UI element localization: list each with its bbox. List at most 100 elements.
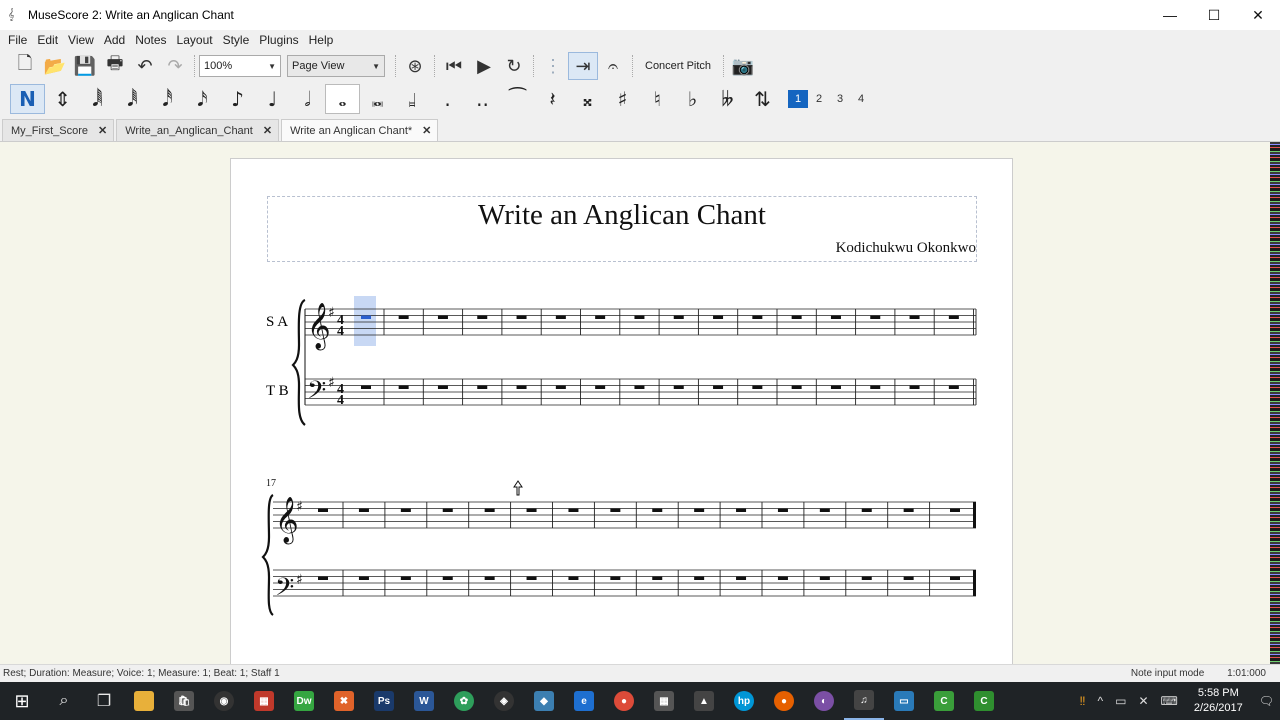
sharp-icon[interactable]: ♯ [605,84,640,114]
monitor-app-icon[interactable]: ▭ [884,682,924,720]
firefox-icon[interactable]: ● [764,682,804,720]
whole-rest[interactable] [484,508,495,513]
16th-note-icon[interactable]: 𝅘𝅥𝅯 [185,84,220,114]
double-flat-icon[interactable]: 𝄫 [710,84,745,114]
whole-rest[interactable] [736,508,747,513]
redo-icon[interactable]: ↷ [160,52,190,80]
whole-rest[interactable] [555,315,566,320]
repeat-play-icon[interactable]: ⋮ [538,52,568,80]
close-icon[interactable]: ✕ [263,124,272,137]
whole-rest[interactable] [861,508,872,513]
print-icon[interactable]: 🖶 [100,52,130,80]
quarter-note-icon[interactable]: ♩ [255,84,290,114]
whole-rest[interactable] [555,385,566,390]
pan-score-icon[interactable]: ⇥ [568,52,598,80]
whole-rest[interactable] [909,315,920,320]
tray-chevron-icon[interactable]: ^ [1097,694,1103,708]
natural-icon[interactable]: ♮ [640,84,675,114]
rewind-icon[interactable]: ⏮ [439,52,469,80]
undo-icon[interactable]: ↶ [130,52,160,80]
whole-rest[interactable] [400,508,411,513]
double-dot-icon[interactable]: .. [465,84,500,114]
voice-1-button[interactable]: 1 [788,90,808,108]
flat-icon[interactable]: ♭ [675,84,710,114]
staff-lower-system1[interactable] [305,378,977,406]
whole-rest[interactable] [870,315,881,320]
whole-rest[interactable] [819,576,830,581]
hp-icon[interactable]: hp [724,682,764,720]
whole-rest[interactable] [634,385,645,390]
metronome-icon[interactable]: 𝄐 [598,52,628,80]
open-folder-icon[interactable]: 📂 [40,52,70,80]
whole-rest[interactable] [595,315,606,320]
whole-rest[interactable] [861,576,872,581]
media-app-icon[interactable]: ▦ [244,682,284,720]
whole-rest[interactable] [318,508,328,513]
task-view-icon[interactable]: ❐ [84,682,124,720]
tab-write-an-anglican-chant[interactable]: Write_an_Anglican_Chant ✕ [116,119,280,141]
whole-rest[interactable] [610,508,621,513]
edge-icon[interactable]: e [564,682,604,720]
voice-3-button[interactable]: 3 [830,90,850,108]
whole-rest[interactable] [437,315,448,320]
whole-rest[interactable] [909,385,920,390]
whole-rest[interactable] [830,385,841,390]
flip-direction-icon[interactable]: ⇅ [745,84,780,114]
action-center-icon[interactable]: 🗨 [1259,694,1274,708]
whole-rest[interactable] [400,576,411,581]
zoom-select[interactable]: 100% ▼ [199,55,281,77]
128th-note-icon[interactable]: 𝅘𝅥𝅲 [80,84,115,114]
menu-style[interactable]: Style [219,33,254,47]
voice-4-button[interactable]: 4 [851,90,871,108]
tie-icon[interactable]: ⁀ [500,84,535,114]
menu-edit[interactable]: Edit [33,33,62,47]
voice-2-button[interactable]: 2 [809,90,829,108]
whole-rest[interactable] [791,385,802,390]
concert-pitch-toggle[interactable]: Concert Pitch [645,60,711,72]
whole-rest[interactable] [595,385,606,390]
maximize-button[interactable]: ☐ [1192,0,1236,30]
whole-rest[interactable] [830,315,841,320]
whole-rest[interactable] [361,315,371,320]
whole-rest[interactable] [652,508,663,513]
whole-rest[interactable] [318,576,328,581]
camtasia-recorder-icon[interactable]: C [964,682,1004,720]
whole-rest[interactable] [568,508,579,513]
menu-layout[interactable]: Layout [173,33,217,47]
whole-rest[interactable] [777,508,788,513]
whole-rest[interactable] [713,315,724,320]
whole-rest[interactable] [752,315,763,320]
chrome-dev-icon[interactable]: ◉ [204,682,244,720]
menu-add[interactable]: Add [100,33,129,47]
musescore-taskbar-icon[interactable]: ♫ [844,682,884,720]
network-icon[interactable]: ✕ [1138,694,1148,708]
whole-rest[interactable] [477,315,488,320]
whole-rest[interactable] [777,576,788,581]
save-icon[interactable]: 💾 [70,52,100,80]
whole-rest[interactable] [568,576,579,581]
keyboard-icon[interactable]: ⌨ [1161,694,1178,708]
32nd-note-icon[interactable]: 𝅘𝅥𝅰 [150,84,185,114]
whole-rest[interactable] [358,576,369,581]
whole-rest[interactable] [673,385,684,390]
view-mode-select[interactable]: Page View ▼ [287,55,385,77]
word-icon[interactable]: W [404,682,444,720]
whole-rest[interactable] [361,385,371,390]
whole-rest[interactable] [694,508,705,513]
menu-plugins[interactable]: Plugins [255,33,302,47]
staff-upper-system1[interactable] [305,308,977,336]
camera-icon[interactable]: 📷 [728,52,758,80]
half-note-icon[interactable]: 𝅗𝅥 [290,84,325,114]
whole-rest[interactable] [950,576,960,581]
whole-rest[interactable] [752,385,763,390]
whole-rest[interactable] [516,315,527,320]
menu-notes[interactable]: Notes [131,33,170,47]
camtasia-icon[interactable]: C [924,682,964,720]
whole-rest[interactable] [526,508,537,513]
cone-app-icon[interactable]: ▲ [684,682,724,720]
taskbar-clock[interactable]: 5:58 PM 2/26/2017 [1194,686,1243,716]
whole-rest[interactable] [358,508,369,513]
note-input-mode-icon[interactable]: N [10,84,45,114]
whole-rest[interactable] [398,315,409,320]
menu-file[interactable]: File [4,33,31,47]
